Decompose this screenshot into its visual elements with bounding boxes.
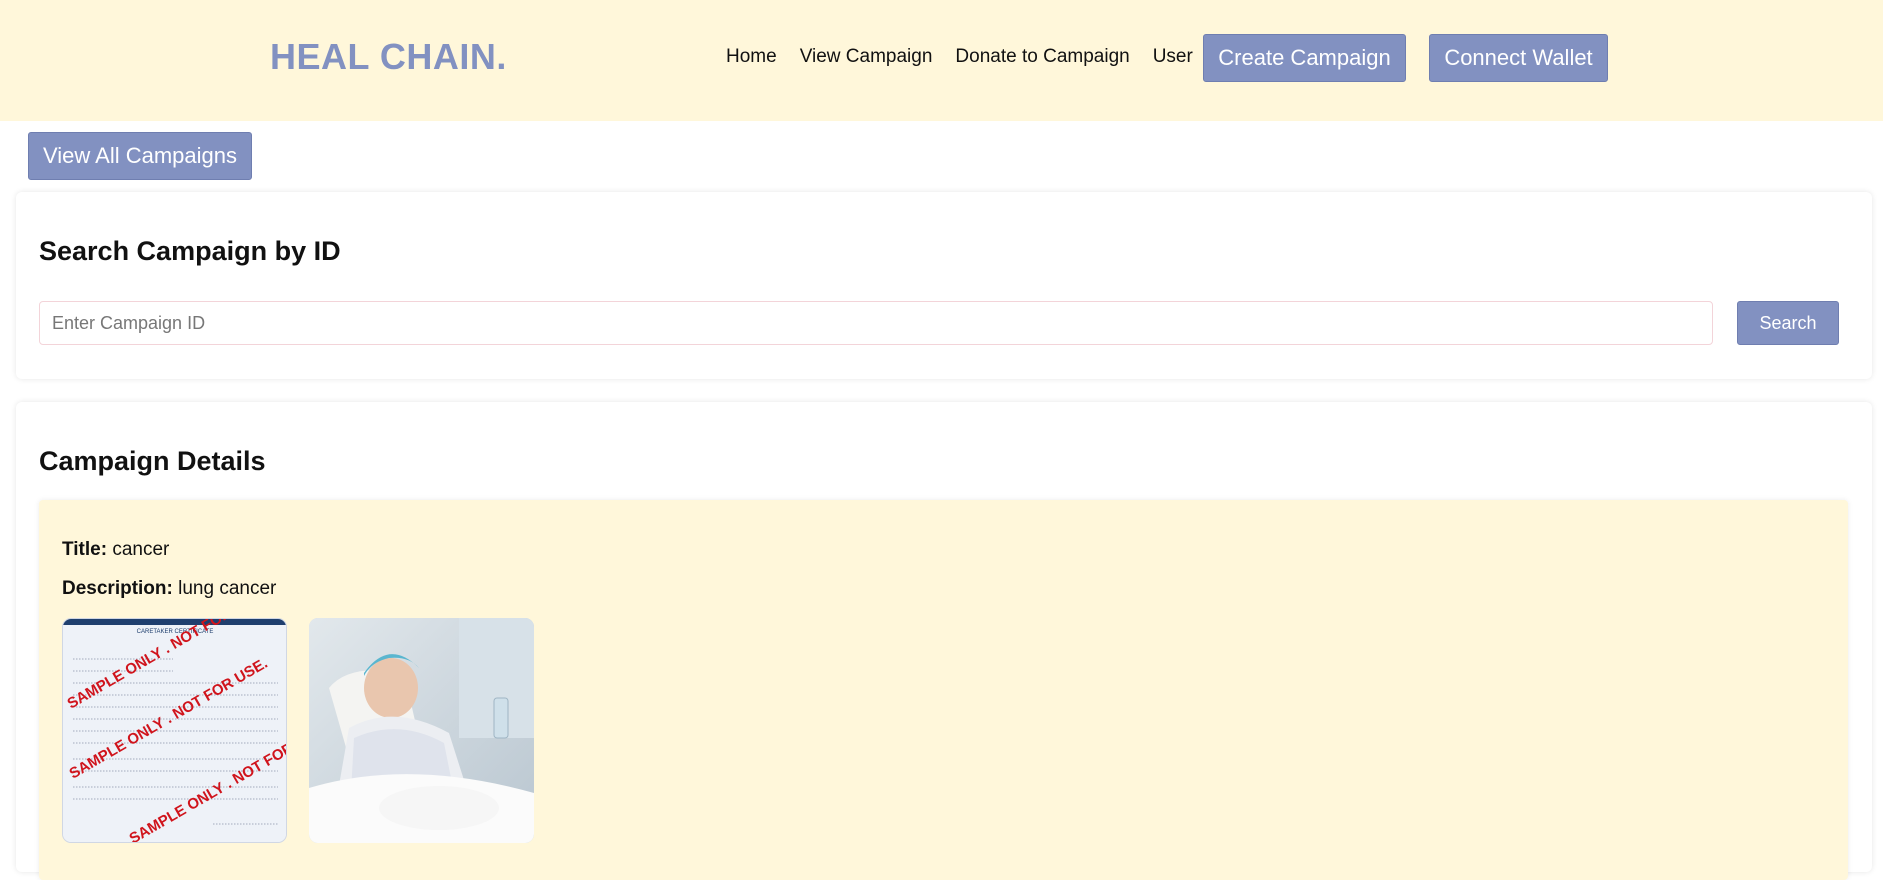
title-value: cancer [112,539,170,560]
connect-wallet-button[interactable]: Connect Wallet [1429,34,1608,82]
certificate-sample-image[interactable]: CARETAKER CERTIFICATE SAMPLE ONLY . NOT … [62,618,287,843]
description-row: Description: lung cancer [62,578,276,600]
nav-user[interactable]: User [1153,46,1193,68]
main-nav: Home View Campaign Donate to Campaign Us… [726,46,1193,68]
view-all-campaigns-button[interactable]: View All Campaigns [28,132,252,180]
search-button[interactable]: Search [1737,301,1839,345]
top-navbar: HEAL CHAIN. Home View Campaign Donate to… [0,0,1883,121]
title-label: Title: [62,539,108,560]
search-campaign-card: Search Campaign by ID Search [16,192,1872,379]
description-value: lung cancer [178,578,277,599]
campaign-details-card: Campaign Details Title: cancer Descripti… [16,402,1872,880]
patient-in-hospital-bed-image[interactable] [309,618,534,843]
campaign-id-input[interactable] [39,301,1713,345]
search-heading: Search Campaign by ID [39,236,341,266]
nav-donate-to-campaign[interactable]: Donate to Campaign [955,46,1129,68]
details-heading: Campaign Details [39,446,266,476]
create-campaign-button[interactable]: Create Campaign [1203,34,1406,82]
nav-view-campaign[interactable]: View Campaign [800,46,933,68]
nav-home[interactable]: Home [726,46,777,68]
brand-logo[interactable]: HEAL CHAIN. [270,36,507,78]
title-row: Title: cancer [62,539,169,561]
campaign-info-panel: Title: cancer Description: lung cancer C… [39,500,1848,880]
description-label: Description: [62,578,173,599]
